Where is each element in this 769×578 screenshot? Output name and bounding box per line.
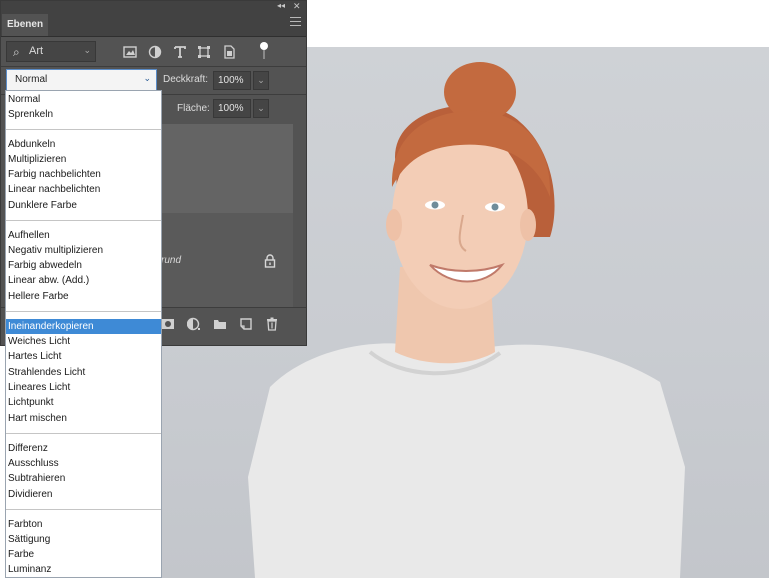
- menu-item-strahlendes-licht[interactable]: Strahlendes Licht: [6, 365, 161, 380]
- layer-name: rund: [161, 255, 182, 266]
- menu-item-aufhellen[interactable]: Aufhellen: [6, 228, 161, 243]
- menu-item-farbig-nachbelichten[interactable]: Farbig nachbelichten: [6, 167, 161, 182]
- menu-item-ausschluss[interactable]: Ausschluss: [6, 456, 161, 471]
- menu-separator: [6, 220, 161, 221]
- menu-separator: [6, 509, 161, 510]
- menu-separator: [6, 311, 161, 312]
- menu-item-saettigung[interactable]: Sättigung: [6, 532, 161, 547]
- search-icon: ⌕: [13, 45, 20, 59]
- fill-input[interactable]: 100%: [213, 99, 251, 118]
- toggle-icon[interactable]: [259, 41, 269, 61]
- menu-item-normal[interactable]: Normal: [6, 92, 161, 107]
- menu-item-lineares-licht[interactable]: Lineares Licht: [6, 380, 161, 395]
- chevron-down-icon: ⌄: [83, 45, 91, 55]
- blend-mode-menu: Normal Sprenkeln Abdunkeln Multipliziere…: [5, 90, 162, 578]
- menu-item-multiplizieren[interactable]: Multiplizieren: [6, 152, 161, 167]
- collapse-icon[interactable]: ◂◂: [277, 1, 285, 11]
- text-icon[interactable]: [173, 45, 187, 59]
- menu-item-dividieren[interactable]: Dividieren: [6, 487, 161, 502]
- menu-item-sprenkeln[interactable]: Sprenkeln: [6, 107, 161, 122]
- blend-mode-value: Normal: [15, 74, 48, 85]
- menu-item-weiches-licht[interactable]: Weiches Licht: [6, 334, 161, 349]
- menu-item-subtrahieren[interactable]: Subtrahieren: [6, 471, 161, 486]
- fill-label: Fläche:: [177, 103, 210, 114]
- trash-icon[interactable]: [265, 317, 279, 331]
- menu-item-ineinanderkopieren[interactable]: Ineinanderkopieren: [6, 319, 161, 334]
- folder-icon[interactable]: [213, 317, 227, 331]
- filter-label: Art: [29, 45, 44, 57]
- menu-item-differenz[interactable]: Differenz: [6, 441, 161, 456]
- menu-item-hellere-farbe[interactable]: Hellere Farbe: [6, 289, 161, 304]
- panel-menu-icon[interactable]: [290, 17, 301, 28]
- menu-item-farbe[interactable]: Farbe: [6, 547, 161, 562]
- image-icon[interactable]: [123, 45, 137, 59]
- menu-item-linear-abwedeln[interactable]: Linear abw. (Add.): [6, 273, 161, 288]
- menu-item-linear-nachbelichten[interactable]: Linear nachbelichten: [6, 182, 161, 197]
- layer-filter-select[interactable]: ⌕ Art ⌄: [6, 41, 96, 62]
- tab-layers[interactable]: Ebenen: [2, 14, 48, 36]
- menu-item-dunklere-farbe[interactable]: Dunklere Farbe: [6, 198, 161, 213]
- menu-item-lichtpunkt[interactable]: Lichtpunkt: [6, 395, 161, 410]
- lock-icon: [264, 254, 276, 268]
- menu-item-hartes-licht[interactable]: Hartes Licht: [6, 349, 161, 364]
- menu-separator: [6, 129, 161, 130]
- menu-item-farbton[interactable]: Farbton: [6, 517, 161, 532]
- menu-item-luminanz[interactable]: Luminanz: [6, 562, 161, 577]
- new-layer-icon[interactable]: [239, 317, 253, 331]
- divider: [1, 66, 306, 67]
- fill-dropdown-icon[interactable]: ⌄: [253, 99, 269, 118]
- menu-item-negativ-multiplizieren[interactable]: Negativ multiplizieren: [6, 243, 161, 258]
- panel-tab-bar: Ebenen: [1, 12, 306, 37]
- adjustment-icon[interactable]: [148, 45, 162, 59]
- mask-icon[interactable]: [161, 317, 175, 331]
- opacity-dropdown-icon[interactable]: ⌄: [253, 71, 269, 90]
- adjustment-layer-icon[interactable]: [187, 317, 201, 331]
- menu-item-hart-mischen[interactable]: Hart mischen: [6, 411, 161, 426]
- opacity-input[interactable]: 100%: [213, 71, 251, 90]
- close-icon[interactable]: ✕: [293, 1, 301, 11]
- chevron-down-icon: ⌄: [143, 73, 151, 83]
- blend-mode-select[interactable]: Normal ⌄: [6, 69, 157, 91]
- panel-top-strip: [1, 1, 306, 12]
- menu-item-farbig-abwedeln[interactable]: Farbig abwedeln: [6, 258, 161, 273]
- layer-thumbnail-area[interactable]: [161, 124, 293, 213]
- menu-separator: [6, 433, 161, 434]
- menu-item-abdunkeln[interactable]: Abdunkeln: [6, 137, 161, 152]
- opacity-label: Deckkraft:: [163, 74, 209, 85]
- transform-icon[interactable]: [197, 45, 211, 59]
- smart-object-icon[interactable]: [222, 45, 236, 59]
